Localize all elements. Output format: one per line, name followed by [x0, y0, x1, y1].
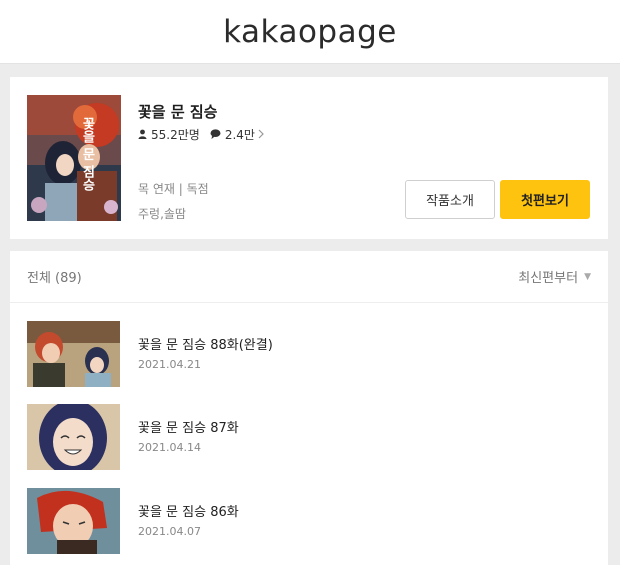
series-schedule: 목 연재 | 독점: [138, 182, 209, 196]
series-card: 꽃을 문 짐승 꽃을 문 짐승 55.2만명 2.4만 목 연재 | 독점 주렁…: [10, 77, 608, 239]
episode-date: 2021.04.21: [138, 358, 201, 371]
episode-date: 2021.04.14: [138, 441, 201, 454]
speech-bubble-icon: [210, 128, 221, 142]
episode-title: 꽃을 문 짐승 88화(완결): [138, 338, 273, 353]
episode-title: 꽃을 문 짐승 86화: [138, 505, 239, 520]
episode-date: 2021.04.07: [138, 525, 201, 538]
cover-title-text: 꽃을 문 짐승: [80, 117, 95, 192]
episode-thumbnail: [27, 404, 120, 470]
episode-list: 전체 (89) 최신편부터 ▼ 꽃을 문 짐승 88화(완결) 2021.04.…: [10, 251, 608, 565]
sort-dropdown[interactable]: 최신편부터 ▼: [518, 267, 591, 286]
episode-list-header: 전체 (89) 최신편부터 ▼: [10, 251, 608, 303]
kakaopage-logo[interactable]: kakaopage: [223, 14, 397, 50]
episode-thumbnail: [27, 488, 120, 554]
series-intro-button[interactable]: 작품소개: [405, 180, 495, 219]
series-stats: 55.2만명 2.4만: [138, 126, 268, 143]
episode-item[interactable]: 꽃을 문 짐승 86화 2021.04.07: [27, 488, 587, 554]
series-title: 꽃을 문 짐승: [138, 103, 218, 121]
person-icon: [138, 128, 147, 142]
episode-title: 꽃을 문 짐승 87화: [138, 421, 239, 436]
triangle-down-icon: ▼: [584, 271, 591, 282]
episode-thumbnail: [27, 321, 120, 387]
episode-item[interactable]: 꽃을 문 짐승 87화 2021.04.14: [27, 404, 587, 470]
chevron-right-icon[interactable]: [258, 128, 264, 142]
series-authors: 주렁,솔땀: [138, 207, 186, 221]
comment-count[interactable]: 2.4만: [225, 126, 255, 143]
app-header: kakaopage: [0, 0, 620, 64]
view-count: 55.2만명: [151, 128, 200, 142]
series-cover-image[interactable]: 꽃을 문 짐승: [27, 95, 121, 221]
episode-total: 전체 (89): [27, 271, 82, 286]
episode-item[interactable]: 꽃을 문 짐승 88화(완결) 2021.04.21: [27, 321, 587, 387]
first-episode-button[interactable]: 첫편보기: [500, 180, 590, 219]
sort-label: 최신편부터: [518, 271, 579, 286]
